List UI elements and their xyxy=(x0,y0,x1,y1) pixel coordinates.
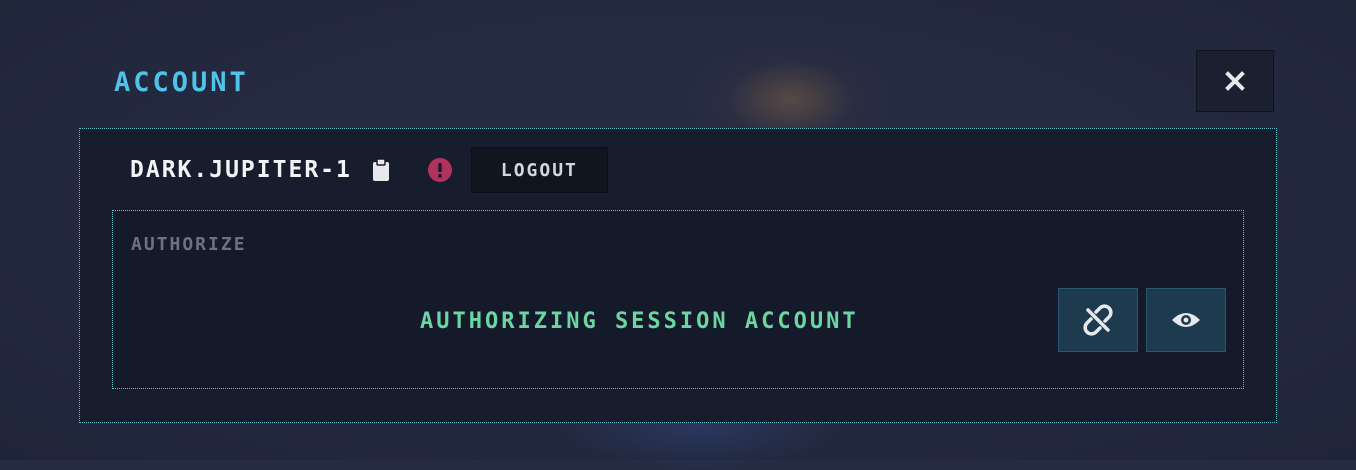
logout-button[interactable]: LOGOUT xyxy=(470,147,608,193)
exclamation-circle-icon xyxy=(427,158,452,182)
eye-icon xyxy=(1172,313,1200,327)
clipboard-icon[interactable] xyxy=(372,158,390,182)
close-icon xyxy=(1225,71,1245,91)
account-username: DARK.JUPITER-1 xyxy=(130,157,352,183)
page-title: ACCOUNT xyxy=(114,67,249,98)
authorize-label: AUTHORIZE xyxy=(131,234,247,255)
account-row: DARK.JUPITER-1 LOGOUT xyxy=(130,146,608,194)
unlink-icon xyxy=(1083,304,1113,336)
authorize-status: AUTHORIZING SESSION ACCOUNT xyxy=(420,309,859,334)
unlink-button[interactable] xyxy=(1058,288,1138,352)
view-button[interactable] xyxy=(1146,288,1226,352)
close-button[interactable] xyxy=(1196,50,1274,112)
